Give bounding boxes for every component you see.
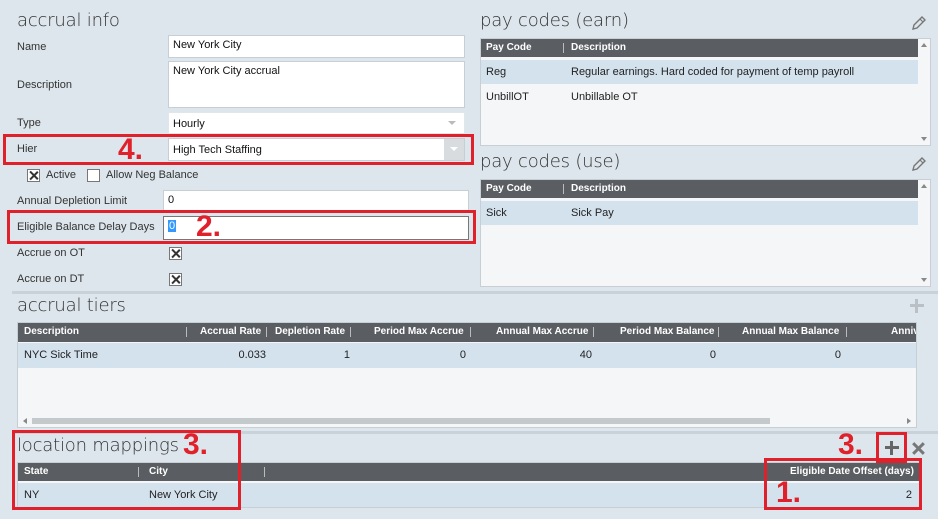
- table-row[interactable]: NYC Sick Time 0.033 1 0 40 0 0: [18, 343, 916, 368]
- column-header-pay-code[interactable]: Pay Code: [486, 183, 532, 194]
- grid-header: Description Accrual Rate Depletion Rate …: [18, 323, 916, 342]
- type-select[interactable]: Hourly: [168, 112, 465, 134]
- vertical-scrollbar[interactable]: [918, 180, 930, 286]
- accrue-on-dt-label: Accrue on DT: [17, 273, 85, 285]
- add-tier-icon[interactable]: [910, 299, 924, 313]
- column-header-accrual-rate[interactable]: Accrual Rate: [200, 326, 261, 337]
- horizontal-scrollbar[interactable]: [18, 415, 916, 427]
- column-header-period-max-balance[interactable]: Period Max Balance: [620, 326, 714, 337]
- section-divider: [12, 291, 938, 294]
- description-cell: Sick Pay: [571, 207, 614, 219]
- pay-codes-use-title: pay codes (use): [480, 151, 621, 172]
- scroll-down-icon[interactable]: [921, 278, 927, 282]
- scroll-up-icon[interactable]: [921, 43, 927, 47]
- active-checkbox[interactable]: [27, 169, 40, 182]
- table-row[interactable]: Sick Sick Pay: [481, 201, 918, 225]
- callout-2: 2.: [196, 210, 222, 243]
- allow-neg-balance-checkbox[interactable]: [87, 169, 100, 182]
- period-max-accrue-cell: 0: [459, 349, 466, 361]
- annual-depletion-limit-input[interactable]: 0: [163, 190, 469, 212]
- accrual-tiers-title: accrual tiers: [17, 295, 126, 316]
- annual-max-balance-cell: 0: [834, 349, 841, 361]
- delete-mapping-button[interactable]: [912, 442, 926, 456]
- scrollbar-thumb[interactable]: [32, 418, 770, 424]
- name-label: Name: [17, 41, 47, 53]
- description-textarea[interactable]: New York City accrual: [168, 61, 465, 108]
- column-header-description[interactable]: Description: [571, 183, 626, 194]
- pay-codes-earn-title: pay codes (earn): [480, 10, 629, 31]
- scroll-up-icon[interactable]: [921, 184, 927, 188]
- chevron-down-icon: [448, 121, 456, 125]
- column-header-description[interactable]: Description: [571, 42, 626, 53]
- pay-code-cell: Sick: [486, 207, 507, 219]
- callout-3-title: 3.: [183, 428, 209, 461]
- pay-codes-earn-grid: Pay Code Description Reg Regular earning…: [480, 38, 931, 146]
- callout-4: 4.: [118, 133, 144, 166]
- name-input[interactable]: New York City: [168, 35, 465, 58]
- period-max-balance-cell: 0: [709, 349, 716, 361]
- table-row[interactable]: UnbillOT Unbillable OT: [481, 85, 918, 109]
- type-value: Hourly: [173, 118, 205, 130]
- type-label: Type: [17, 117, 41, 129]
- column-header-annual-max-accrue[interactable]: Annual Max Accrue: [496, 326, 588, 337]
- column-header-description[interactable]: Description: [24, 326, 79, 337]
- annual-depletion-limit-label: Annual Depletion Limit: [17, 195, 128, 207]
- edit-pencil-icon[interactable]: [910, 14, 928, 32]
- active-label: Active: [46, 169, 76, 181]
- grid-header: Pay Code Description: [481, 39, 918, 57]
- description-cell: Unbillable OT: [571, 91, 638, 103]
- vertical-scrollbar[interactable]: [918, 39, 930, 145]
- pay-codes-use-grid: Pay Code Description Sick Sick Pay: [480, 179, 931, 287]
- grid-header: Pay Code Description: [481, 180, 918, 198]
- accrue-on-dt-checkbox[interactable]: [169, 273, 182, 286]
- description-label: Description: [17, 79, 73, 91]
- description-cell: Regular earnings. Hard coded for payment…: [571, 66, 855, 78]
- column-header-anniv[interactable]: Anniv: [891, 326, 916, 337]
- column-header-pay-code[interactable]: Pay Code: [486, 42, 532, 53]
- allow-neg-balance-label: Allow Neg Balance: [106, 169, 199, 181]
- edit-pencil-icon[interactable]: [910, 155, 928, 173]
- pay-code-cell: Reg: [486, 66, 507, 78]
- depletion-rate-cell: 1: [343, 349, 350, 361]
- highlight-box-hier: [3, 134, 474, 165]
- accrual-tiers-grid: Description Accrual Rate Depletion Rate …: [17, 322, 917, 428]
- pay-code-cell: UnbillOT: [486, 91, 529, 103]
- annual-max-accrue-cell: 40: [579, 349, 592, 361]
- column-header-annual-max-balance[interactable]: Annual Max Balance: [742, 326, 839, 337]
- accrual-rate-cell: 0.033: [238, 349, 266, 361]
- accrual-info-title: accrual info: [17, 10, 120, 31]
- column-header-depletion-rate[interactable]: Depletion Rate: [275, 326, 345, 337]
- table-row[interactable]: Reg Regular earnings. Hard coded for pay…: [481, 60, 918, 84]
- column-header-period-max-accrue[interactable]: Period Max Accrue: [374, 326, 464, 337]
- callout-1: 1.: [776, 476, 802, 509]
- description-cell: NYC Sick Time: [24, 349, 98, 361]
- scroll-left-icon[interactable]: [23, 418, 27, 424]
- accrue-on-ot-checkbox[interactable]: [169, 247, 182, 260]
- callout-3-add: 3.: [838, 428, 864, 461]
- highlight-box-eligible-delay: [7, 210, 476, 244]
- scroll-right-icon[interactable]: [907, 418, 911, 424]
- scroll-down-icon[interactable]: [921, 137, 927, 141]
- accrue-on-ot-label: Accrue on OT: [17, 247, 85, 259]
